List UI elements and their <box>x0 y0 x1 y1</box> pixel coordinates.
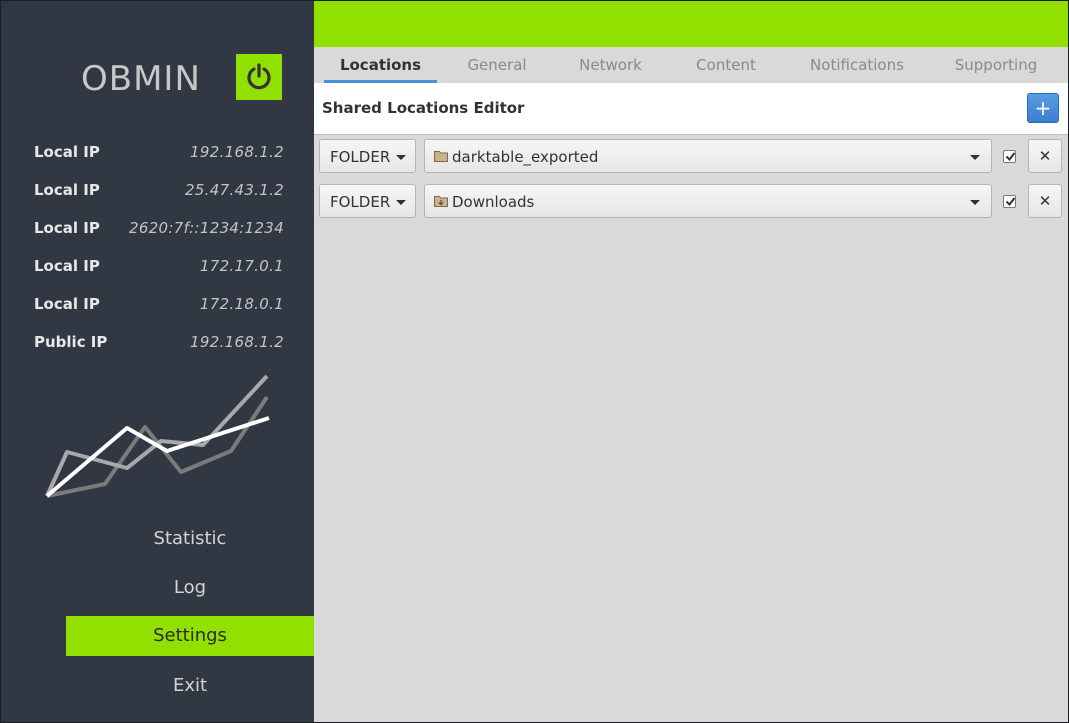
editor-title: Shared Locations Editor <box>322 99 525 117</box>
ip-label: Local IP <box>34 143 100 161</box>
tab-content[interactable]: Content <box>676 47 776 83</box>
ip-value: 192.168.1.2 <box>190 333 284 351</box>
ip-row: Local IP 172.17.0.1 <box>34 257 284 279</box>
location-enabled-checkbox[interactable] <box>1003 150 1016 163</box>
ip-row: Local IP 2620:7f::1234:1234 <box>34 219 284 241</box>
nav-settings[interactable]: Settings <box>66 616 314 656</box>
location-row: FOLDER Downloads ✕ <box>314 184 1068 220</box>
sidebar: OBMIN Local IP 192.168.1.2 Local IP 25.4… <box>1 1 314 722</box>
location-type-label: FOLDER <box>330 193 391 211</box>
chevron-down-icon <box>970 200 980 205</box>
chevron-down-icon <box>970 155 980 160</box>
location-type-dropdown[interactable]: FOLDER <box>319 139 416 173</box>
location-path-combo[interactable]: Downloads <box>424 184 992 218</box>
location-type-dropdown[interactable]: FOLDER <box>319 184 416 218</box>
ip-value: 172.18.0.1 <box>199 295 284 313</box>
chevron-down-icon <box>396 200 406 205</box>
ip-label: Local IP <box>34 295 100 313</box>
location-path-label: darktable_exported <box>452 148 599 166</box>
tab-locations[interactable]: Locations <box>324 47 437 83</box>
ip-row: Local IP 192.168.1.2 <box>34 143 284 165</box>
ip-label: Local IP <box>34 181 100 199</box>
close-icon: ✕ <box>1038 192 1052 210</box>
ip-row: Local IP 25.47.43.1.2 <box>34 181 284 203</box>
settings-panel: Locations General Network Content Notifi… <box>314 47 1068 722</box>
power-icon <box>247 63 271 90</box>
checkmark-icon <box>1005 152 1016 162</box>
ip-label: Local IP <box>34 257 100 275</box>
ip-label: Public IP <box>34 333 108 351</box>
close-icon: ✕ <box>1038 147 1052 165</box>
nav-log[interactable]: Log <box>66 568 314 608</box>
location-row: FOLDER darktable_exported ✕ <box>314 139 1068 175</box>
locations-editor-header: Shared Locations Editor + <box>314 83 1068 135</box>
header-bar <box>314 1 1068 47</box>
tab-network[interactable]: Network <box>559 47 662 83</box>
app-logo: OBMIN <box>81 59 201 99</box>
location-path-combo[interactable]: darktable_exported <box>424 139 992 173</box>
chevron-down-icon <box>396 155 406 160</box>
tab-label: Locations <box>339 56 422 74</box>
nav-statistic[interactable]: Statistic <box>66 519 314 559</box>
ip-row: Local IP 172.18.0.1 <box>34 295 284 317</box>
traffic-graph-icon <box>45 374 270 498</box>
power-button[interactable] <box>236 54 282 100</box>
app-window: OBMIN Local IP 192.168.1.2 Local IP 25.4… <box>0 0 1069 723</box>
remove-location-button[interactable]: ✕ <box>1028 184 1062 218</box>
ip-value: 2620:7f::1234:1234 <box>129 219 284 237</box>
tab-general[interactable]: General <box>447 47 547 83</box>
location-enabled-checkbox[interactable] <box>1003 195 1016 208</box>
tab-notifications[interactable]: Notifications <box>796 47 918 83</box>
ip-value: 192.168.1.2 <box>190 143 284 161</box>
ip-row: Public IP 192.168.1.2 <box>34 333 284 355</box>
remove-location-button[interactable]: ✕ <box>1028 139 1062 173</box>
checkmark-icon <box>1005 197 1016 207</box>
folder-icon <box>434 151 448 162</box>
location-path-label: Downloads <box>452 193 535 211</box>
location-type-label: FOLDER <box>330 148 391 166</box>
ip-label: Local IP <box>34 219 100 237</box>
ip-value: 172.17.0.1 <box>199 257 284 275</box>
nav-exit[interactable]: Exit <box>66 666 314 706</box>
ip-value: 25.47.43.1.2 <box>184 181 284 199</box>
tab-bar: Locations General Network Content Notifi… <box>314 47 1068 83</box>
downloads-folder-icon <box>434 196 448 207</box>
tab-supporting[interactable]: Supporting <box>944 47 1048 83</box>
add-location-button[interactable]: + <box>1027 93 1059 123</box>
